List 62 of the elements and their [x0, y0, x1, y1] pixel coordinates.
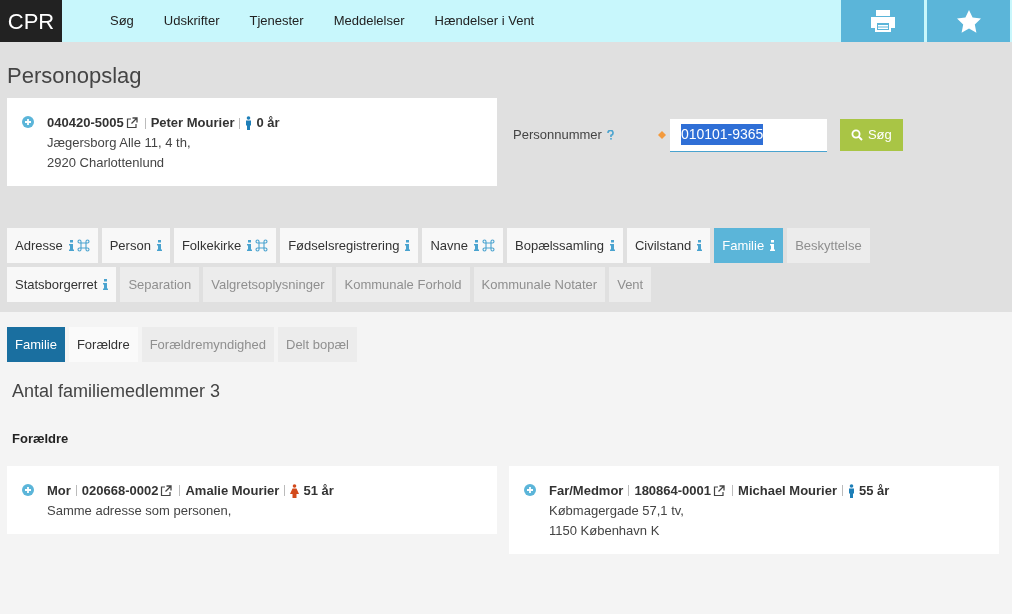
star-icon	[955, 8, 982, 34]
tab[interactable]: Statsborgerret	[7, 267, 117, 302]
cpr-link[interactable]: 020668-0002	[81, 480, 159, 501]
required-icon	[657, 131, 666, 139]
info-icon	[156, 240, 162, 251]
info-icon	[770, 240, 776, 251]
relation-label: Mor	[47, 481, 71, 500]
nav-link[interactable]: Søg	[110, 11, 134, 31]
expand-icon[interactable]	[524, 483, 536, 496]
tab[interactable]: Fødselsregistrering	[280, 228, 419, 263]
tab[interactable]: Adresse	[7, 228, 98, 263]
address-line: Købmagergade 57,1 tv,	[549, 501, 685, 520]
tab[interactable]: Folkekirke	[173, 228, 277, 263]
nav-link[interactable]: Hændelser i Vent	[434, 11, 535, 31]
age-label: 51 år	[303, 481, 334, 500]
tab[interactable]: Civilstand	[626, 228, 711, 263]
tab[interactable]: Familie	[7, 327, 65, 362]
address-line: 1150 København K	[549, 521, 661, 540]
tab[interactable]: Forældre	[68, 327, 138, 362]
field-label: Personnummer	[513, 126, 602, 145]
age-label: 0 år	[256, 114, 280, 132]
search-icon	[850, 129, 863, 141]
cpr-link[interactable]: 180864-0001	[634, 480, 712, 501]
external-link-icon[interactable]	[125, 117, 138, 129]
command-icon	[255, 239, 269, 252]
command-icon	[482, 239, 495, 252]
tab[interactable]: Bopælssamling	[507, 228, 623, 263]
person-name: Peter Mourier	[150, 114, 235, 132]
print-button[interactable]	[841, 0, 924, 42]
command-icon	[76, 239, 90, 252]
info-icon	[247, 240, 253, 251]
tab[interactable]: Person	[101, 228, 170, 263]
age-label: 55 år	[859, 481, 890, 500]
info-icon	[474, 240, 479, 251]
help-icon	[606, 130, 614, 140]
address-line: Jægersborg Alle 11, 4 th,	[47, 134, 192, 152]
nav-link[interactable]: Udskrifter	[163, 11, 220, 31]
expand-icon[interactable]	[22, 483, 34, 496]
family-count: Antal familiemedlemmer 3	[12, 380, 222, 403]
relation-label: Far/Medmor	[549, 481, 624, 500]
tab[interactable]: Navne	[422, 228, 503, 263]
section-heading: Forældre	[12, 430, 70, 448]
info-icon	[405, 240, 411, 251]
nav-link[interactable]: Meddelelser	[333, 11, 405, 31]
person-name: Amalie Mourier	[185, 481, 280, 500]
address-line: 2920 Charlottenlund	[47, 154, 166, 172]
printer-icon	[868, 9, 897, 33]
favorite-button[interactable]	[927, 0, 1010, 42]
info-icon	[609, 240, 615, 251]
address-line: Samme adresse som personen,	[47, 501, 233, 520]
nav-link[interactable]: Tjenester	[249, 11, 304, 31]
expand-icon[interactable]	[22, 116, 34, 128]
logo[interactable]: CPR	[0, 0, 62, 42]
external-link-icon[interactable]	[160, 484, 173, 497]
person-name: Michael Mourier	[738, 481, 837, 500]
page-title: Personopslag	[7, 62, 143, 90]
info-icon	[103, 279, 109, 290]
info-icon	[697, 240, 703, 251]
input-field[interactable]: 010101-9365	[669, 118, 827, 152]
info-icon	[68, 240, 74, 251]
external-link-icon[interactable]	[713, 484, 726, 497]
cpr-link[interactable]: 040420-5005	[47, 113, 124, 133]
